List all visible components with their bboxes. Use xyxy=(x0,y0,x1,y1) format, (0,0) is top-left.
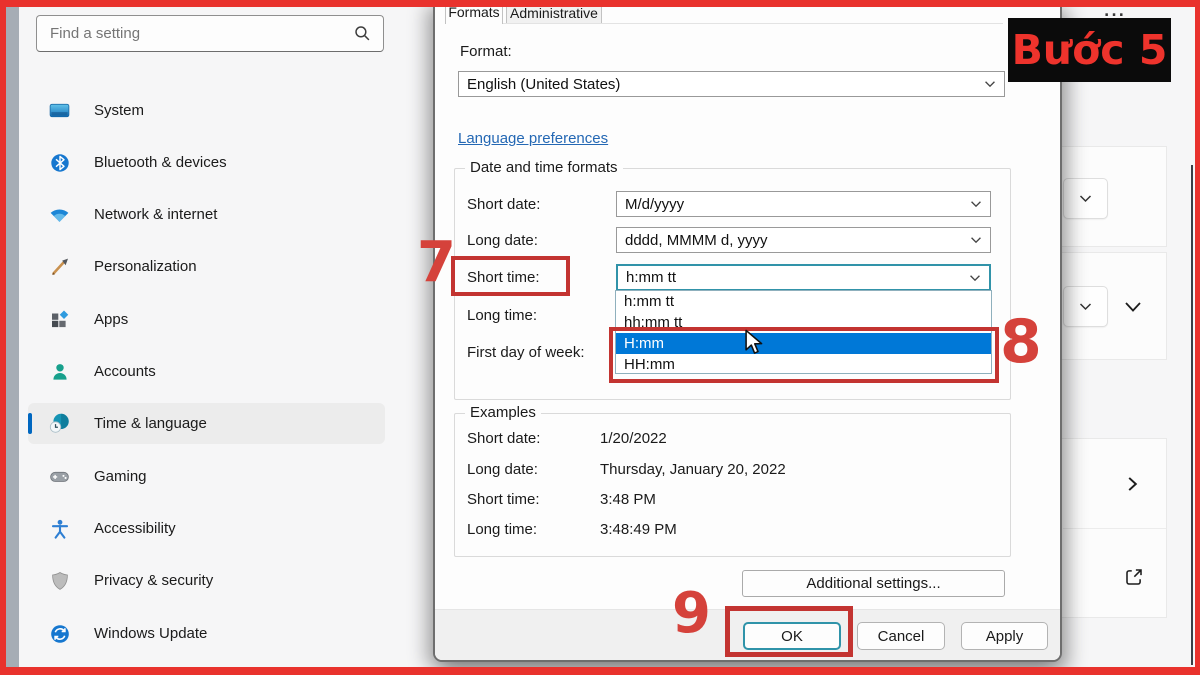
long-time-label: Long time: xyxy=(467,307,537,324)
sidebar-item-system[interactable]: System xyxy=(28,90,385,131)
annotation-number-8: 8 xyxy=(1000,312,1042,372)
chevron-down-icon xyxy=(1079,298,1092,316)
annotation-number-9: 9 xyxy=(672,586,711,642)
short-time-combobox[interactable]: h:mm tt xyxy=(616,264,991,291)
example-short-time-label: Short time: xyxy=(467,491,540,508)
sidebar-item-label: Bluetooth & devices xyxy=(94,154,227,171)
tab-formats[interactable]: Formats xyxy=(445,0,503,24)
system-icon xyxy=(48,99,71,122)
long-date-combobox[interactable]: dddd, MMMM d, yyyy xyxy=(616,227,991,253)
short-time-dropdown-list: h:mm tt hh:mm tt H:mm HH:mm xyxy=(615,290,992,374)
sidebar-item-label: Accessibility xyxy=(94,520,176,537)
example-long-time-value: 3:48:49 PM xyxy=(600,521,677,538)
sidebar-item-gaming[interactable]: Gaming xyxy=(28,456,385,497)
sidebar-item-label: Time & language xyxy=(94,415,207,432)
collapsed-dropdown-button[interactable] xyxy=(1063,286,1108,327)
sidebar-item-accessibility[interactable]: Accessibility xyxy=(28,508,385,549)
short-time-label: Short time: xyxy=(467,269,540,286)
sidebar-item-accounts[interactable]: Accounts xyxy=(28,351,385,392)
date-time-formats-group-title: Date and time formats xyxy=(465,159,623,176)
external-link-icon[interactable] xyxy=(1124,567,1144,587)
example-short-time-value: 3:48 PM xyxy=(600,491,656,508)
gamepad-icon xyxy=(48,465,71,488)
short-date-value: M/d/yyyy xyxy=(625,196,684,213)
example-short-date-value: 1/20/2022 xyxy=(600,430,667,447)
example-long-date-label: Long date: xyxy=(467,461,538,478)
search-box[interactable] xyxy=(36,15,384,52)
short-date-combobox[interactable]: M/d/yyyy xyxy=(616,191,991,217)
sidebar-item-label: System xyxy=(94,102,144,119)
annotation-number-7: 7 xyxy=(417,235,456,291)
wifi-icon xyxy=(48,203,71,226)
ok-button[interactable]: OK xyxy=(743,622,841,650)
dropdown-option[interactable]: h:mm tt xyxy=(616,291,991,312)
chevron-down-icon xyxy=(970,200,982,208)
language-preferences-link[interactable]: Language preferences xyxy=(458,130,608,147)
update-icon xyxy=(48,622,71,645)
chevron-down-icon[interactable] xyxy=(1124,300,1142,313)
format-combobox-value: English (United States) xyxy=(467,76,620,93)
paintbrush-icon xyxy=(48,255,71,278)
window-left-strip xyxy=(6,7,19,667)
format-combobox[interactable]: English (United States) xyxy=(458,71,1005,97)
sidebar-item-bluetooth[interactable]: Bluetooth & devices xyxy=(28,142,385,183)
cancel-button[interactable]: Cancel xyxy=(857,622,945,650)
step-badge: Bước 5 xyxy=(1008,18,1171,82)
short-time-value: h:mm tt xyxy=(626,269,676,286)
collapsed-dropdown-button[interactable] xyxy=(1063,178,1108,219)
dropdown-option[interactable]: hh:mm tt xyxy=(616,312,991,333)
chevron-right-icon[interactable] xyxy=(1127,476,1138,492)
chevron-down-icon xyxy=(984,80,996,88)
sidebar-item-windows-update[interactable]: Windows Update xyxy=(28,613,385,654)
examples-group-title: Examples xyxy=(465,404,541,421)
search-icon[interactable] xyxy=(354,25,371,42)
chevron-down-icon xyxy=(970,236,982,244)
tab-administrative[interactable]: Administrative xyxy=(506,2,602,24)
step-badge-label: Bước 5 xyxy=(1012,26,1168,74)
chevron-down-icon xyxy=(969,274,981,282)
long-date-value: dddd, MMMM d, yyyy xyxy=(625,232,768,249)
dropdown-option-highlighted[interactable]: H:mm xyxy=(616,333,991,354)
sidebar-item-label: Apps xyxy=(94,311,128,328)
example-short-date-label: Short date: xyxy=(467,430,540,447)
bluetooth-icon xyxy=(48,151,71,174)
sidebar-item-label: Accounts xyxy=(94,363,156,380)
additional-settings-button[interactable]: Additional settings... xyxy=(742,570,1005,597)
mouse-cursor-icon xyxy=(744,329,767,362)
chevron-down-icon xyxy=(1079,190,1092,208)
sidebar-item-label: Gaming xyxy=(94,468,147,485)
shield-icon xyxy=(48,569,71,592)
person-icon xyxy=(48,360,71,383)
window-edge xyxy=(1191,165,1193,665)
sidebar-item-network[interactable]: Network & internet xyxy=(28,194,385,235)
sidebar-item-label: Windows Update xyxy=(94,625,207,642)
sidebar-item-label: Network & internet xyxy=(94,206,217,223)
first-day-of-week-label: First day of week: xyxy=(467,344,585,361)
apply-button[interactable]: Apply xyxy=(961,622,1048,650)
divider xyxy=(1063,528,1166,529)
time-language-icon xyxy=(48,412,71,435)
format-label: Format: xyxy=(460,43,512,60)
sidebar-item-time-language[interactable]: Time & language xyxy=(28,403,385,444)
accessibility-icon xyxy=(48,517,71,540)
sidebar-item-label: Personalization xyxy=(94,258,197,275)
dropdown-option[interactable]: HH:mm xyxy=(616,354,991,375)
sidebar-item-personalization[interactable]: Personalization xyxy=(28,246,385,287)
sidebar-item-apps[interactable]: Apps xyxy=(28,299,385,340)
search-input[interactable] xyxy=(37,25,354,42)
sidebar-item-label: Privacy & security xyxy=(94,572,213,589)
divider xyxy=(445,23,1003,24)
example-long-date-value: Thursday, January 20, 2022 xyxy=(600,461,786,478)
long-date-label: Long date: xyxy=(467,232,538,249)
example-long-time-label: Long time: xyxy=(467,521,537,538)
short-date-label: Short date: xyxy=(467,196,540,213)
apps-icon xyxy=(48,308,71,331)
sidebar-item-privacy[interactable]: Privacy & security xyxy=(28,560,385,601)
screenshot-root: System Bluetooth & devices Network & int… xyxy=(0,0,1200,675)
